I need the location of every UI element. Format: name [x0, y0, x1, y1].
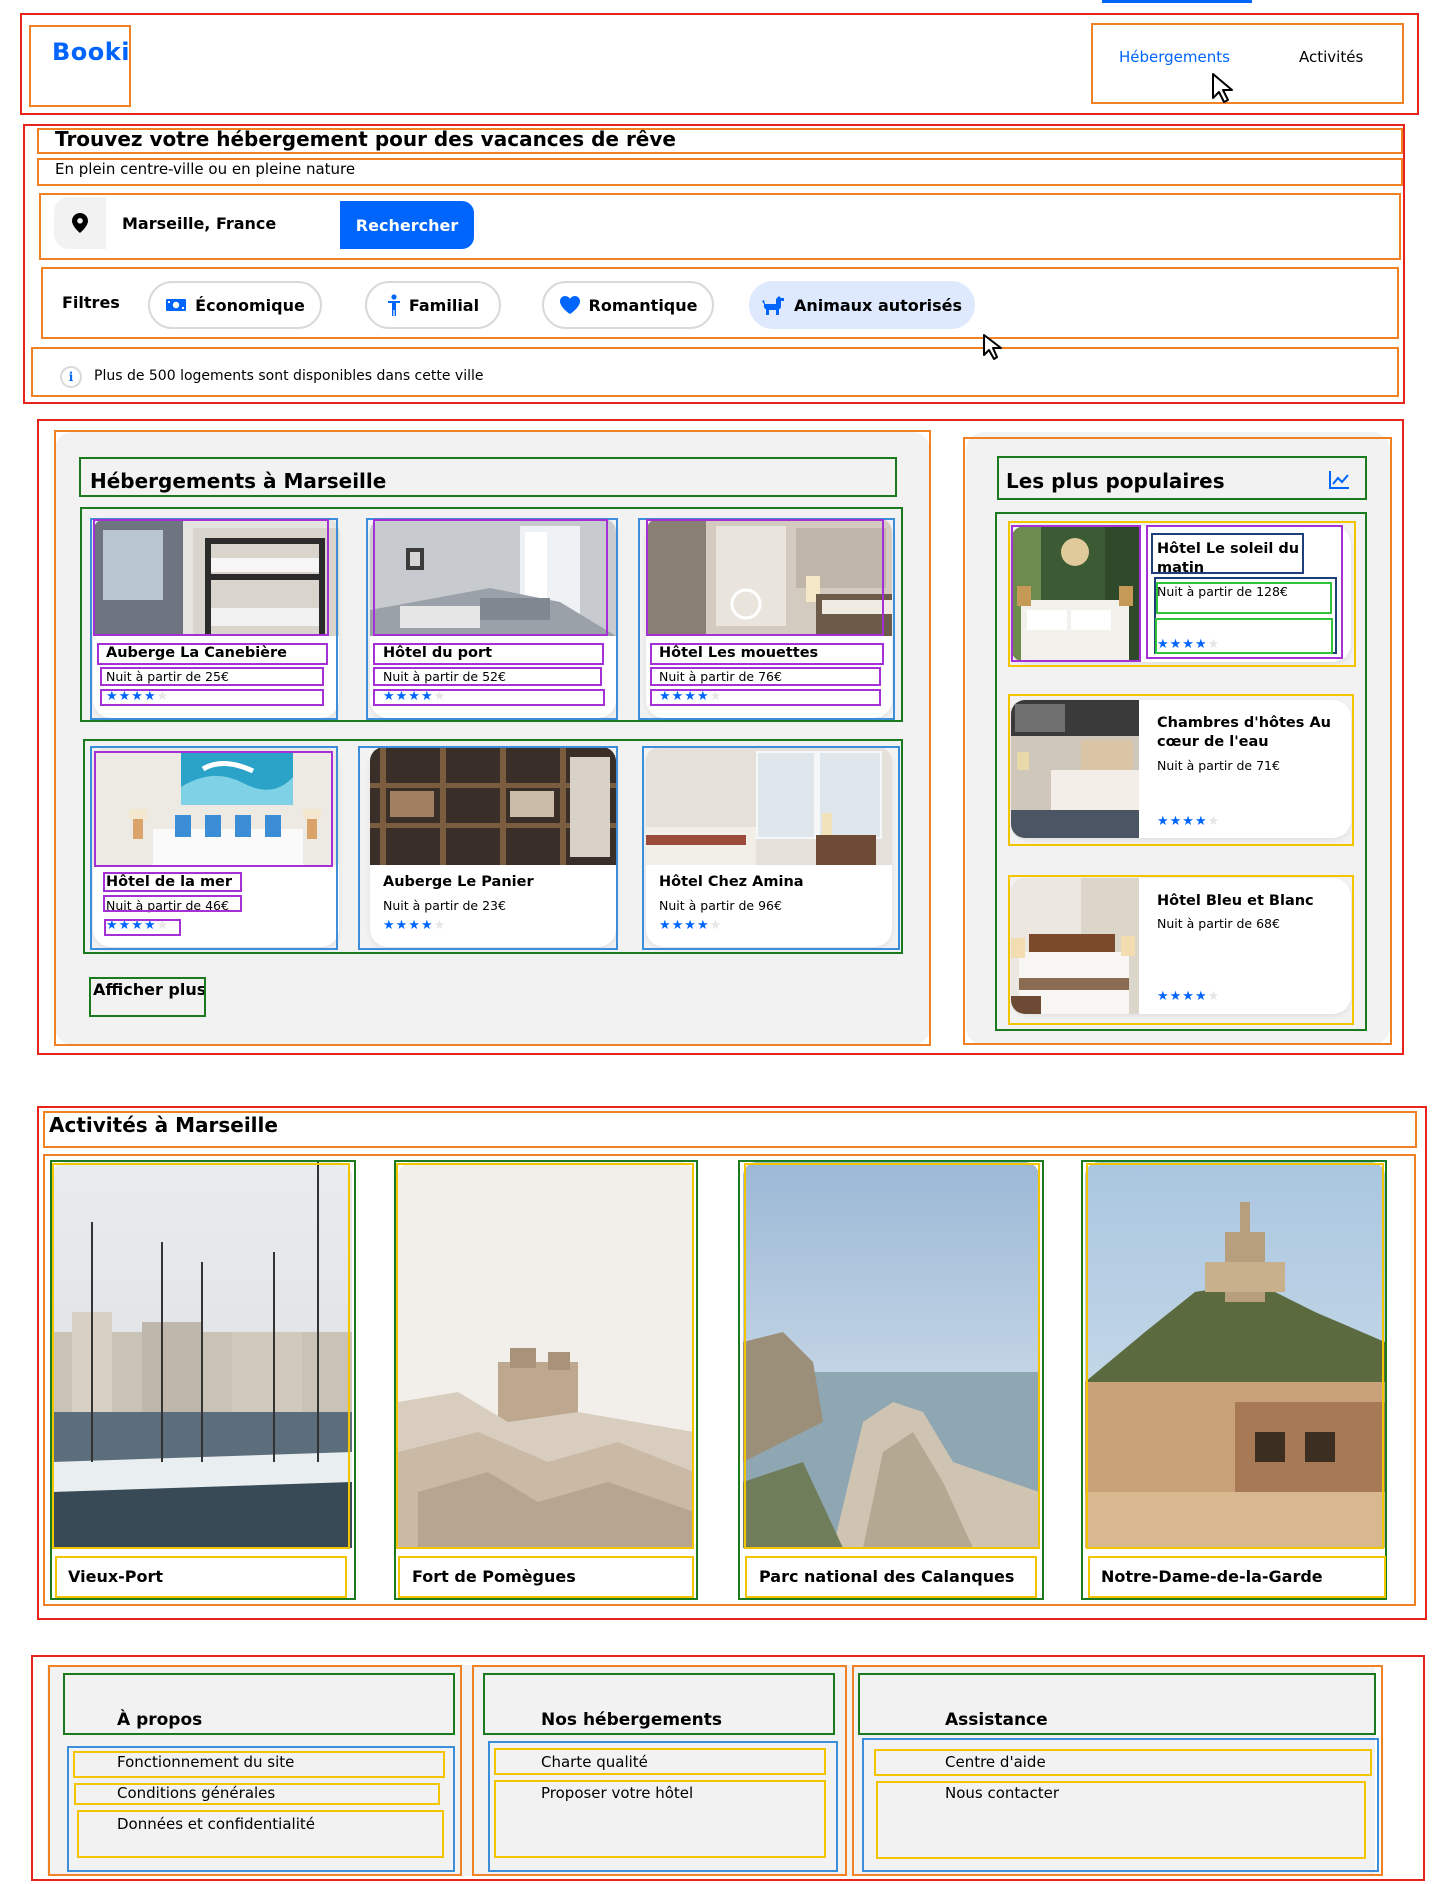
search-input[interactable]	[106, 197, 340, 249]
lodging-price: Nuit à partir de 25€	[106, 669, 229, 684]
activity-photo	[743, 1162, 1039, 1548]
trend-chart-icon	[1328, 470, 1350, 494]
lodging-price: Nuit à partir de 52€	[383, 669, 506, 684]
activity-label: Parc national des Calanques	[759, 1567, 1015, 1586]
filter-chip-romantique[interactable]: Romantique	[542, 281, 714, 329]
filter-chip-animaux[interactable]: Animaux autorisés	[749, 281, 975, 329]
money-icon	[166, 299, 187, 311]
popular-photo	[1011, 878, 1139, 1014]
activities-title: Activités à Marseille	[49, 1113, 278, 1137]
popular-card[interactable]: Hôtel Bleu et Blanc Nuit à partir de 68€…	[1011, 878, 1351, 1014]
page-title: Trouvez votre hébergement pour des vacan…	[55, 127, 676, 151]
activity-label: Notre-Dame-de-la-Garde	[1101, 1567, 1323, 1586]
mouse-cursor-icon	[1212, 73, 1233, 103]
nav-link-hebergements[interactable]: Hébergements	[1119, 48, 1230, 66]
person-icon	[387, 294, 400, 316]
info-icon: i	[60, 366, 82, 388]
rating-stars: ★★★★★	[383, 918, 447, 933]
lodging-price: Nuit à partir de 76€	[659, 669, 782, 684]
filter-chip-economique[interactable]: Économique	[148, 281, 322, 329]
rating-stars: ★★★★★	[1157, 989, 1221, 1004]
footer-link[interactable]: Données et confidentialité	[117, 1815, 315, 1833]
filter-label: Romantique	[588, 295, 698, 315]
activity-label: Vieux-Port	[68, 1567, 164, 1586]
lodging-price: Nuit à partir de 23€	[383, 898, 506, 913]
activity-photo	[52, 1162, 352, 1548]
lodging-photo	[646, 518, 892, 636]
active-tab-indicator	[1102, 0, 1252, 3]
rating-stars: ★★★★★	[1157, 814, 1221, 829]
location-pin-icon	[54, 197, 106, 249]
lodging-card[interactable]: Hôtel Les mouettes Nuit à partir de 76€ …	[646, 518, 892, 718]
lodging-price: Nuit à partir de 46€	[106, 898, 229, 913]
lodging-card[interactable]: Auberge La Canebière Nuit à partir de 25…	[93, 518, 339, 718]
lodging-name: Hôtel du port	[383, 645, 493, 661]
lodging-card[interactable]: Hôtel du port Nuit à partir de 52€ ★★★★★	[370, 518, 616, 718]
popular-name: Hôtel Bleu et Blanc	[1157, 893, 1314, 909]
footer-link[interactable]: Nous contacter	[945, 1784, 1059, 1802]
popular-card[interactable]: Hôtel Le soleil du matin Nuit à partir d…	[1011, 526, 1351, 662]
popular-card[interactable]: Chambres d'hôtes Au cœur de l'eau Nuit à…	[1011, 700, 1351, 838]
mouse-cursor-icon	[983, 334, 1002, 360]
activity-label: Fort de Pomègues	[412, 1567, 576, 1586]
lodging-card[interactable]: Auberge Le Panier Nuit à partir de 23€ ★…	[370, 747, 616, 947]
popular-photo	[1011, 526, 1139, 662]
filters-label: Filtres	[62, 293, 120, 312]
lodging-name: Auberge Le Panier	[383, 874, 534, 890]
filter-chip-familial[interactable]: Familial	[365, 281, 501, 329]
booki-logo[interactable]: Booki	[52, 38, 130, 66]
activity-card[interactable]: Notre-Dame-de-la-Garde	[1085, 1162, 1385, 1600]
lodging-name: Hôtel de la mer	[106, 874, 233, 890]
lodging-name: Auberge La Canebière	[106, 645, 287, 661]
lodging-photo	[370, 747, 616, 865]
lodging-photo	[93, 518, 339, 636]
footer-link[interactable]: Fonctionnement du site	[117, 1753, 294, 1771]
lodging-card[interactable]: Hôtel Chez Amina Nuit à partir de 96€ ★★…	[646, 747, 892, 947]
popular-name: Chambres d'hôtes Au cœur de l'eau	[1157, 715, 1331, 750]
filter-label: Familial	[408, 295, 480, 315]
footer-link[interactable]: Conditions générales	[117, 1784, 275, 1802]
rating-stars: ★★★★★	[659, 689, 723, 704]
footer-heading: À propos	[117, 1710, 203, 1730]
activity-photo	[1085, 1162, 1385, 1548]
lodging-photo	[370, 518, 616, 636]
lodging-name: Hôtel Chez Amina	[659, 874, 804, 890]
lodging-card[interactable]: Hôtel de la mer Nuit à partir de 46€ ★★★…	[93, 747, 339, 947]
rating-stars: ★★★★★	[106, 918, 170, 933]
footer-link[interactable]: Charte qualité	[541, 1753, 648, 1771]
page-subtitle: En plein centre-ville ou en pleine natur…	[55, 160, 356, 178]
footer-heading: Assistance	[945, 1710, 1048, 1730]
footer-link[interactable]: Proposer votre hôtel	[541, 1784, 693, 1802]
footer-heading: Nos hébergements	[541, 1710, 722, 1730]
heart-icon	[559, 296, 580, 314]
rating-stars: ★★★★★	[659, 918, 723, 933]
lodging-price: Nuit à partir de 96€	[659, 898, 782, 913]
popular-name: Hôtel Le soleil du matin	[1157, 541, 1300, 576]
search-button[interactable]: Rechercher	[340, 201, 474, 249]
activity-card[interactable]: Vieux-Port	[52, 1162, 352, 1600]
rating-stars: ★★★★★	[106, 689, 170, 704]
footer-link[interactable]: Centre d'aide	[945, 1753, 1046, 1771]
activity-card[interactable]: Parc national des Calanques	[743, 1162, 1039, 1600]
show-more-button[interactable]: Afficher plus	[93, 980, 206, 999]
lodging-photo	[93, 747, 339, 865]
lodgings-title: Hébergements à Marseille	[90, 469, 387, 493]
lodging-photo	[646, 747, 892, 865]
popular-price: Nuit à partir de 128€	[1157, 584, 1288, 599]
rating-stars: ★★★★★	[1157, 637, 1221, 652]
filter-label: Économique	[195, 295, 305, 315]
activity-card[interactable]: Fort de Pomègues	[398, 1162, 694, 1600]
lodging-name: Hôtel Les mouettes	[659, 645, 819, 661]
dog-icon	[761, 296, 784, 315]
popular-price: Nuit à partir de 71€	[1157, 758, 1280, 773]
popular-title: Les plus populaires	[1006, 469, 1225, 493]
nav-link-activites[interactable]: Activités	[1299, 48, 1363, 66]
popular-price: Nuit à partir de 68€	[1157, 916, 1280, 931]
activity-photo	[398, 1162, 694, 1548]
filter-label: Animaux autorisés	[793, 295, 963, 315]
popular-photo	[1011, 700, 1139, 838]
info-text: Plus de 500 logements sont disponibles d…	[94, 368, 484, 384]
rating-stars: ★★★★★	[383, 689, 447, 704]
